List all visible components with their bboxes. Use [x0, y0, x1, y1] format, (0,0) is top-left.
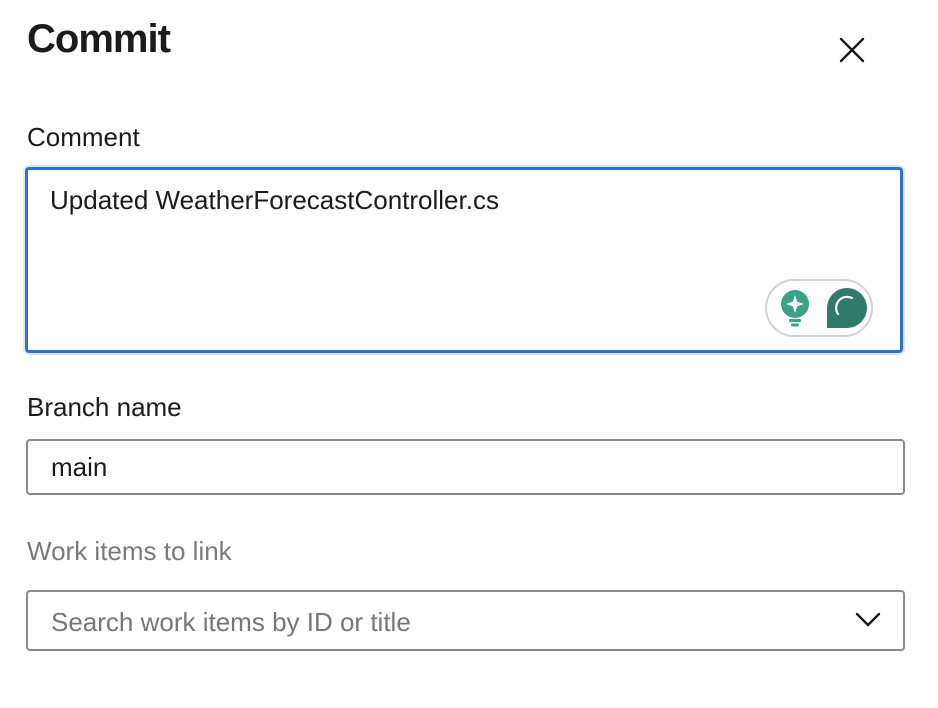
- work-items-search-dropdown[interactable]: Search work items by ID or title: [26, 590, 905, 651]
- comment-textarea[interactable]: Updated WeatherForecastController.cs: [25, 167, 903, 353]
- branch-name-value[interactable]: main: [51, 451, 107, 483]
- comment-label: Comment: [27, 122, 140, 152]
- work-items-search-placeholder[interactable]: Search work items by ID or title: [51, 606, 411, 638]
- dialog-title: Commit: [27, 17, 171, 61]
- chevron-down-icon[interactable]: [855, 611, 881, 629]
- branch-name-input[interactable]: main: [26, 439, 905, 495]
- branch-name-label: Branch name: [27, 392, 182, 422]
- close-icon: [839, 37, 865, 63]
- work-items-label: Work items to link: [27, 536, 232, 566]
- comment-text[interactable]: Updated WeatherForecastController.cs: [50, 184, 499, 216]
- chat-assistant-icon[interactable]: [825, 286, 871, 330]
- close-button[interactable]: [832, 30, 872, 70]
- lightbulb-sparkle-icon[interactable]: [779, 289, 811, 327]
- writing-assistant-widget[interactable]: [765, 279, 873, 337]
